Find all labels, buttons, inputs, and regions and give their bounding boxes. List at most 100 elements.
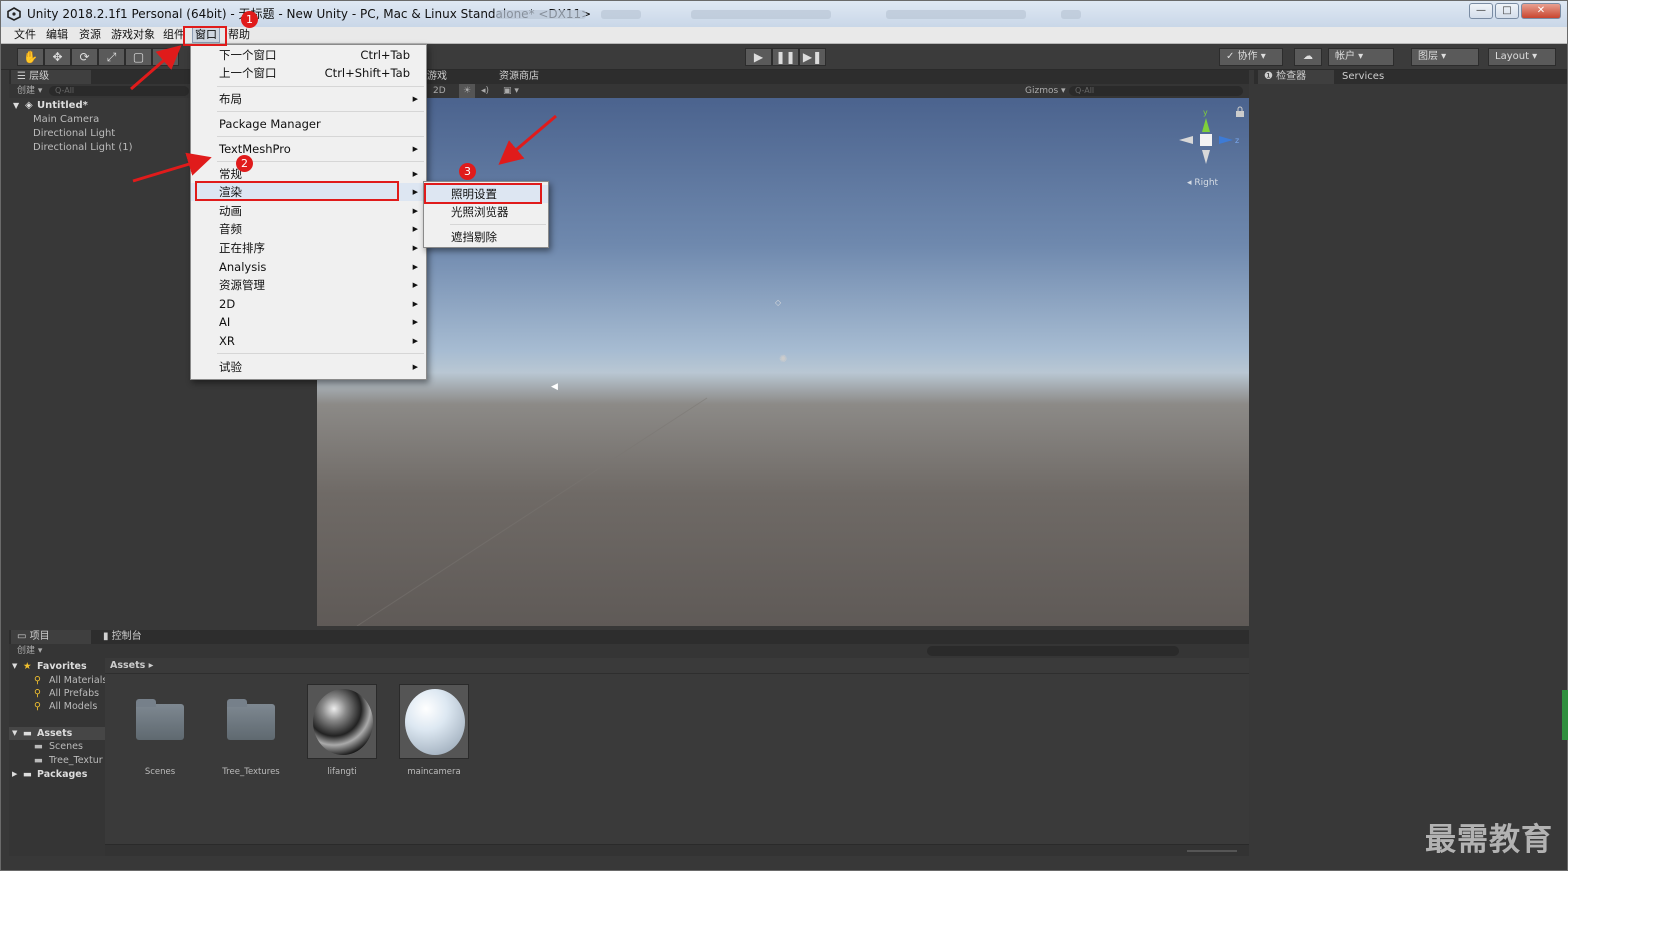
favorites-label: Favorites: [37, 661, 87, 672]
menu-item-label: 资源管理: [219, 278, 265, 292]
folder-icon: ▬: [34, 755, 43, 766]
blurred-region: [886, 10, 1026, 19]
gizmos-dropdown[interactable]: Gizmos ▾: [1025, 84, 1066, 98]
layout-dropdown[interactable]: Layout ▾: [1488, 48, 1556, 66]
blurred-region: [1061, 10, 1081, 19]
folder-icon: ▬: [23, 728, 32, 739]
breadcrumb-assets[interactable]: Assets ▸: [110, 658, 153, 674]
folder-scenes[interactable]: ▬ Scenes: [9, 740, 105, 753]
z-axis-cone-icon: [1219, 136, 1233, 144]
favorites-header[interactable]: ▼ ★ Favorites: [9, 660, 105, 673]
project-create-button[interactable]: 创建 ▾: [17, 644, 42, 658]
step-badge-3: 3: [459, 163, 476, 180]
assets-folder[interactable]: ▼ ▬ Assets: [9, 727, 105, 740]
collapse-arrow-icon[interactable]: ▶: [12, 768, 17, 781]
menu-item-label: 遮挡剔除: [451, 230, 497, 244]
tab-services[interactable]: Services: [1336, 70, 1390, 84]
tab-inspector[interactable]: ❶ 检查器: [1258, 70, 1334, 84]
project-panel: ▭ 项目 ▮ 控制台 创建 ▾ ▼ ★ Favorites ⚲ All Materia…: [9, 630, 1249, 856]
pause-button[interactable]: ❚❚: [772, 48, 799, 66]
folder-label: Tree_Textur: [49, 755, 103, 766]
menu-item-audio[interactable]: 音频 ▶: [191, 220, 426, 238]
close-button[interactable]: ✕: [1521, 3, 1561, 19]
screenshot-canvas: Unity 2018.2.1f1 Personal (64bit) - 无标题 …: [0, 0, 1679, 933]
info-icon: ❶: [1264, 71, 1277, 82]
cloud-button[interactable]: ☁: [1294, 48, 1322, 66]
search-icon: ⚲: [34, 675, 41, 686]
tab-console-label: 控制台: [111, 631, 142, 642]
favorite-all-prefabs[interactable]: ⚲ All Prefabs: [9, 687, 105, 700]
menu-item-2d[interactable]: 2D ▶: [191, 295, 426, 313]
account-dropdown[interactable]: 帐户 ▾: [1328, 48, 1394, 66]
project-folder-tree: ▼ ★ Favorites ⚲ All Materials ⚲ All Prefabs …: [9, 658, 108, 856]
center-cube-icon: [1200, 134, 1212, 146]
window-controls: — □ ✕: [1469, 3, 1561, 19]
menu-item-analysis[interactable]: Analysis ▶: [191, 258, 426, 276]
annotation-arrows: [130, 45, 557, 183]
y-axis-label: y: [1203, 108, 1208, 117]
asset-tree-textures[interactable]: Tree_Textures: [216, 684, 286, 777]
submenu-arrow-icon: ▶: [412, 318, 418, 326]
sun-gizmo-icon[interactable]: ✺: [779, 354, 787, 365]
menu-item-experimental[interactable]: 试验 ▶: [191, 358, 426, 376]
tab-project[interactable]: ▭ 项目: [11, 630, 91, 644]
step-button[interactable]: ▶❚: [799, 48, 826, 66]
project-header: ▭ 项目 ▮ 控制台: [9, 630, 1249, 644]
assets-label: Assets: [37, 728, 73, 739]
material-sphere-preview: [405, 689, 465, 755]
light-gizmo-icon[interactable]: ◇: [775, 298, 781, 307]
folder-icon: [227, 699, 275, 740]
tab-console[interactable]: ▮ 控制台: [97, 630, 148, 644]
menu-item-ai[interactable]: AI ▶: [191, 313, 426, 331]
step-badge-1: 1: [241, 11, 258, 28]
maximize-button[interactable]: □: [1495, 3, 1519, 19]
expand-arrow-icon[interactable]: ▼: [12, 727, 17, 740]
inspector-panel: ❶ 检查器 Services: [1254, 70, 1567, 856]
project-search-input[interactable]: [927, 646, 1179, 656]
menu-item-light-explorer[interactable]: 光照浏览器: [424, 203, 548, 221]
asset-label: Tree_Textures: [222, 767, 280, 777]
inspector-header: ❶ 检查器 Services: [1254, 70, 1567, 84]
menu-item-label: 正在排序: [219, 241, 265, 255]
favorite-label: All Models: [49, 701, 98, 712]
submenu-arrow-icon: ▶: [412, 281, 418, 289]
expand-arrow-icon[interactable]: ▼: [12, 660, 17, 673]
play-button[interactable]: ▶: [745, 48, 772, 66]
menu-item-label: AI: [219, 315, 231, 329]
neg-x-axis-cone-icon: [1179, 136, 1193, 144]
menu-item-animation[interactable]: 动画 ▶: [191, 202, 426, 220]
menu-item-asset-management[interactable]: 资源管理 ▶: [191, 276, 426, 294]
menu-item-xr[interactable]: XR ▶: [191, 332, 426, 350]
favorite-label: All Materials: [49, 675, 108, 686]
collab-button[interactable]: ✓ 协作 ▾: [1219, 48, 1283, 66]
folder-tab-icon: ▭: [17, 631, 30, 642]
favorite-all-materials[interactable]: ⚲ All Materials: [9, 674, 108, 687]
favorite-all-models[interactable]: ⚲ All Models: [9, 700, 105, 713]
minimize-button[interactable]: —: [1469, 3, 1493, 19]
icon-size-slider[interactable]: [1187, 850, 1237, 852]
watermark-text: 最需教育: [1425, 822, 1553, 858]
scene-search-input[interactable]: Q-All: [1069, 86, 1243, 96]
z-axis-label: z: [1235, 136, 1239, 145]
camera-gizmo-icon[interactable]: ◀: [551, 382, 558, 392]
menu-item-occlusion-culling[interactable]: 遮挡剔除: [424, 228, 548, 246]
tab-project-label: 项目: [29, 631, 50, 642]
view-orientation-label: ◂ Right: [1187, 178, 1219, 188]
asset-label: maincamera: [407, 767, 461, 777]
submenu-arrow-icon: ▶: [412, 244, 418, 252]
layers-dropdown[interactable]: 图层 ▾: [1411, 48, 1479, 66]
menu-item-label: XR: [219, 334, 235, 348]
menu-item-sequencing[interactable]: 正在排序 ▶: [191, 239, 426, 257]
folder-tree-textures[interactable]: ▬ Tree_Textur: [9, 754, 105, 767]
submenu-arrow-icon: ▶: [412, 363, 418, 371]
asset-lifangti[interactable]: lifangti: [307, 684, 377, 777]
lock-icon[interactable]: [1235, 106, 1245, 118]
packages-folder[interactable]: ▶ ▬ Packages: [9, 768, 105, 781]
star-icon: ★: [23, 661, 32, 672]
y-axis-cone-icon: [1202, 118, 1210, 132]
blurred-region: [601, 10, 641, 19]
search-icon: ⚲: [34, 701, 41, 712]
project-toolbar: 创建 ▾: [9, 644, 1249, 658]
asset-scenes[interactable]: Scenes: [125, 684, 195, 777]
asset-maincamera[interactable]: maincamera: [399, 684, 469, 777]
